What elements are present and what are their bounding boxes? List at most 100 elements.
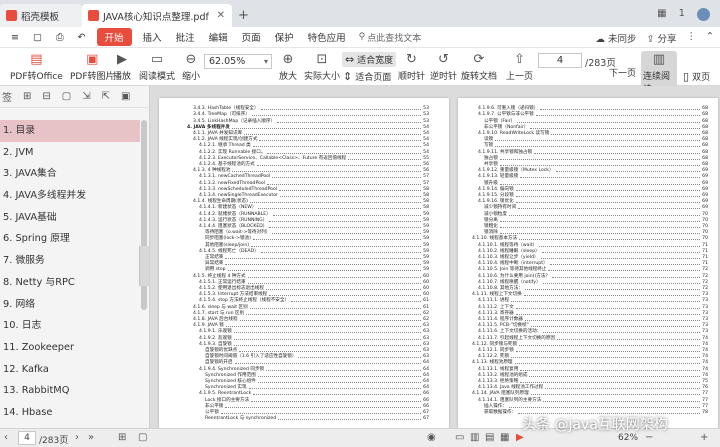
menu-start[interactable]: 开始 bbox=[96, 28, 132, 46]
toc-leader bbox=[555, 171, 701, 173]
next-page-button[interactable]: 下一页 bbox=[609, 66, 636, 79]
rotate-clockwise-button[interactable]: ↻ 顺时针 bbox=[398, 51, 425, 83]
rotate-document-button[interactable]: ⟳ 旋转文档 bbox=[461, 51, 497, 83]
bookmark-add-icon[interactable]: ⊞ bbox=[23, 91, 31, 102]
sidebar-item[interactable]: 11. Zookeeper bbox=[0, 337, 140, 359]
tool-label: PDF转Office bbox=[10, 72, 63, 82]
toc-leader bbox=[519, 239, 701, 241]
status-page-input[interactable]: 4 bbox=[18, 431, 36, 445]
document-view[interactable]: 3.4.3. HashTable（线程安全） 53 3.4.4. TreeMap（可… bbox=[151, 86, 720, 428]
bookmark-delete-icon[interactable]: ⊟ bbox=[42, 91, 50, 102]
status-zoom: 62% bbox=[618, 433, 639, 443]
expand-icon[interactable]: ⇲ bbox=[82, 91, 90, 102]
menu-protect[interactable]: 保护 bbox=[268, 30, 301, 44]
collapse-all-icon[interactable]: ⇱ bbox=[102, 91, 110, 102]
tool-label: 阅读模式 bbox=[139, 72, 176, 82]
toc-line[interactable]: ReentrantLock 与 synchronized 67 bbox=[205, 415, 429, 421]
zoom-in-icon[interactable]: + bbox=[700, 432, 708, 443]
sidebar-item[interactable]: 3. JAVA集合 bbox=[0, 163, 140, 185]
next-page-icon[interactable]: › bbox=[75, 432, 79, 443]
zoom-out-button[interactable]: ⊖ 缩小 bbox=[182, 51, 200, 83]
menu-icon[interactable]: ≡ bbox=[4, 32, 26, 43]
sidebar-collapse-handle[interactable] bbox=[139, 246, 149, 286]
toc-leader bbox=[239, 350, 422, 352]
last-page-icon[interactable]: » bbox=[88, 432, 94, 443]
toc-leader bbox=[523, 295, 701, 297]
menu-insert[interactable]: 插入 bbox=[136, 30, 169, 44]
menu-edit[interactable]: 编辑 bbox=[202, 30, 235, 44]
toc-leader bbox=[253, 394, 422, 396]
thumbnail-icon[interactable]: ▢ bbox=[138, 432, 147, 443]
menu-annotate[interactable]: 批注 bbox=[169, 30, 202, 44]
toc-leader bbox=[499, 183, 701, 185]
two-page-button[interactable]: ▯ 双页 bbox=[683, 70, 710, 83]
chevron-left-icon[interactable]: ‹ bbox=[4, 432, 8, 443]
sidebar-item[interactable]: 8. Netty 与RPC bbox=[0, 272, 140, 294]
sidebar-item[interactable]: 1. 目录 bbox=[0, 120, 140, 142]
eye-icon[interactable]: ◉ bbox=[427, 432, 436, 443]
toc-leader bbox=[542, 282, 701, 284]
sidebar-item[interactable]: 14. Hbase bbox=[0, 402, 140, 424]
tool-label: 逆时针 bbox=[430, 72, 458, 82]
toc-leader bbox=[534, 152, 701, 154]
fit-width-button[interactable]: ⇔ 适合宽度 bbox=[342, 52, 397, 67]
page-number-input[interactable]: 4 bbox=[538, 53, 582, 68]
close-icon[interactable]: ✕ bbox=[217, 10, 225, 21]
zoom-select[interactable]: 62.05% ▾ bbox=[204, 54, 272, 69]
sidebar-item[interactable]: 9. 网络 bbox=[0, 294, 140, 316]
actual-size-button[interactable]: ⊡ 实际大小 bbox=[304, 51, 341, 83]
zoom-in-button[interactable]: ⊕ 放大 bbox=[279, 51, 298, 83]
menu-features[interactable]: 特色应用 bbox=[301, 30, 353, 44]
sidebar-item[interactable]: 6. Spring 原理 bbox=[0, 228, 140, 250]
grid-icon[interactable]: ▦ bbox=[657, 8, 666, 21]
share-button[interactable]: ⇪ 分享 bbox=[647, 31, 677, 45]
pdf-page-left: 3.4.3. HashTable（线程安全） 53 3.4.4. TreeMap（可… bbox=[159, 98, 449, 428]
undo-icon[interactable]: ↶ bbox=[71, 32, 93, 43]
pdf-to-office-button[interactable]: ▤ PDF转Office bbox=[10, 51, 63, 83]
sync-status[interactable]: ☁ 未同步 bbox=[595, 31, 636, 45]
sidebar-item[interactable]: 2. JVM bbox=[0, 142, 140, 164]
avatar[interactable] bbox=[697, 8, 710, 21]
pdf-to-image-button[interactable]: ▣ PDF转图片 bbox=[70, 51, 115, 83]
read-mode-button[interactable]: ▭ 阅读模式 bbox=[139, 51, 176, 83]
toc-leader bbox=[530, 394, 701, 396]
toc-leader bbox=[260, 109, 422, 111]
print-icon[interactable]: ⎙ bbox=[49, 32, 71, 43]
add-page-icon[interactable]: ⊞ bbox=[118, 432, 126, 443]
sidebar-title: 签 bbox=[2, 93, 12, 104]
sidebar-item[interactable]: 7. 微服务 bbox=[0, 250, 140, 272]
toc-leader bbox=[272, 214, 422, 216]
double-page-icon[interactable]: ▥ bbox=[470, 432, 479, 443]
new-tab-icon[interactable]: + bbox=[238, 8, 249, 23]
bookmark-settings-icon[interactable]: ▣ bbox=[121, 91, 130, 102]
sidebar-item[interactable]: 4. JAVA多线程并发 bbox=[0, 185, 140, 207]
menu-page[interactable]: 页面 bbox=[235, 30, 268, 44]
continuous-icon[interactable]: ▤ bbox=[485, 432, 494, 443]
toc-leader bbox=[515, 202, 701, 204]
sync-label: 未同步 bbox=[608, 34, 637, 45]
tab-template[interactable]: 稻壳模板 bbox=[0, 4, 82, 27]
book-view-icon[interactable]: ▦ bbox=[500, 432, 509, 443]
bookmark-edit-icon[interactable]: ▢ bbox=[62, 91, 71, 102]
more-icon[interactable]: ⋮ bbox=[687, 31, 697, 45]
play-button[interactable]: ▶ 播放 bbox=[113, 51, 131, 83]
sidebar-item[interactable]: 10. 日志 bbox=[0, 315, 140, 337]
tab-pdf-document[interactable]: JAVA核心知识点整理.pdf ✕ bbox=[82, 4, 232, 27]
sidebar-item[interactable]: 12. Kafka bbox=[0, 359, 140, 381]
save-icon[interactable]: ▢ bbox=[26, 32, 49, 43]
single-page-icon[interactable]: ▭ bbox=[455, 432, 464, 443]
find-text[interactable]: ⚲ 点此查找文本 bbox=[353, 31, 428, 44]
toc-leader bbox=[515, 195, 701, 197]
search-icon: ⚲ bbox=[358, 32, 366, 42]
tool-label: 实际大小 bbox=[304, 72, 341, 82]
toc-leader bbox=[266, 183, 422, 185]
sidebar-item[interactable]: 5. JAVA基础 bbox=[0, 207, 140, 229]
prev-page-button[interactable]: ⇧ 上一页 bbox=[506, 51, 533, 83]
collapse-icon[interactable]: ⌃ bbox=[706, 31, 714, 45]
fit-page-button[interactable]: ⇕ 适合页面 bbox=[343, 70, 391, 83]
sidebar-item[interactable]: 13. RabbitMQ bbox=[0, 380, 140, 402]
tool-label: 放大 bbox=[279, 72, 298, 82]
toc-leader bbox=[535, 115, 701, 117]
toc-leader bbox=[269, 226, 422, 228]
rotate-counterclockwise-button[interactable]: ↺ 逆时针 bbox=[430, 51, 458, 83]
